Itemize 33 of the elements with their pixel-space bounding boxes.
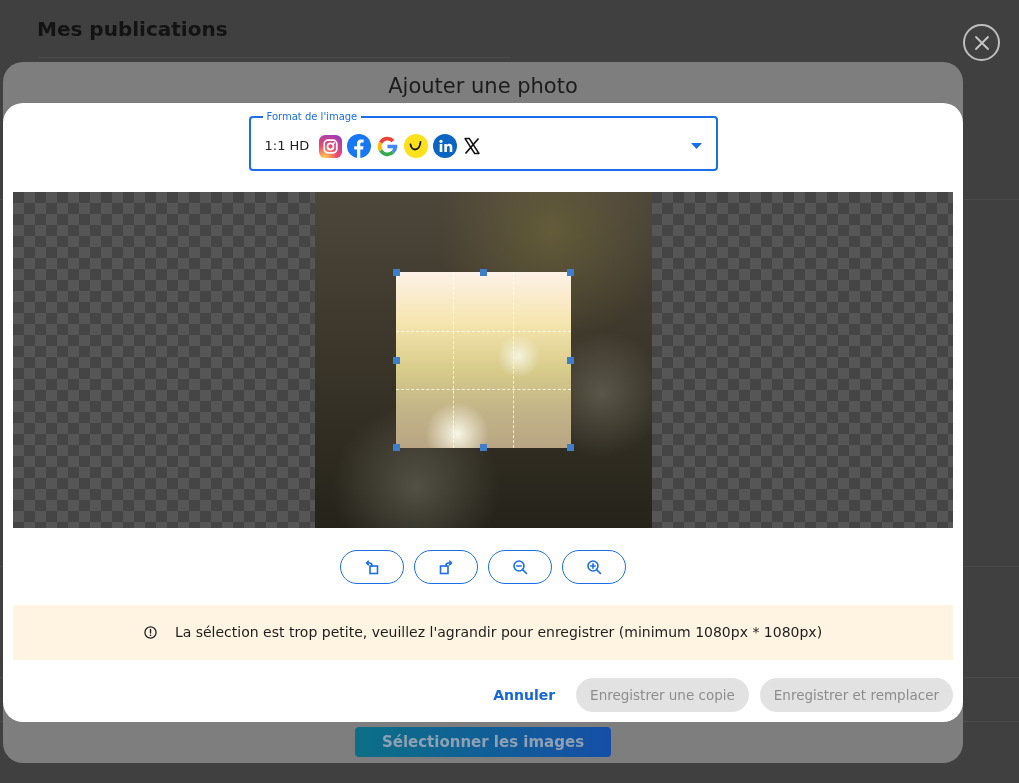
zoom-out-button[interactable] <box>488 550 552 584</box>
crop-handle[interactable] <box>392 269 400 276</box>
crop-handle[interactable] <box>566 269 574 276</box>
facebook-icon <box>347 134 372 158</box>
smiley-icon <box>404 134 429 158</box>
dropdown-caret-icon <box>690 143 702 149</box>
rotate-left-icon <box>364 559 380 575</box>
warning-icon <box>143 626 157 639</box>
instagram-icon <box>319 134 343 158</box>
zoom-out-icon <box>512 559 528 575</box>
warning-text: La sélection est trop petite, veuillez l'agrandir pour enregistrer (minimum 1080px * 1080px) <box>174 623 823 642</box>
close-button[interactable] <box>963 24 1000 61</box>
rotate-left-button[interactable] <box>340 550 404 584</box>
format-value: 1:1 HD <box>264 137 310 156</box>
close-icon <box>973 34 990 51</box>
rotate-right-icon <box>438 559 454 575</box>
dialog-title: Ajouter une photo <box>388 74 578 99</box>
crop-handle[interactable] <box>479 269 487 276</box>
x-logo-icon <box>462 136 483 156</box>
zoom-in-icon <box>586 559 602 575</box>
linkedin-icon <box>433 134 458 158</box>
crop-handle[interactable] <box>566 444 574 451</box>
crop-handle[interactable] <box>479 444 487 451</box>
select-images-button[interactable]: Sélectionner les images <box>355 727 611 757</box>
zoom-in-button[interactable] <box>562 550 626 584</box>
crop-handle[interactable] <box>392 444 400 451</box>
rotate-right-button[interactable] <box>414 550 478 584</box>
image-format-select[interactable]: Format de l'image 1:1 HD <box>248 111 718 171</box>
cancel-link[interactable]: Annuler <box>483 678 566 712</box>
format-label: Format de l'image <box>265 111 359 123</box>
crop-handle[interactable] <box>392 357 400 364</box>
google-icon <box>376 134 400 158</box>
crop-handle[interactable] <box>566 357 574 364</box>
